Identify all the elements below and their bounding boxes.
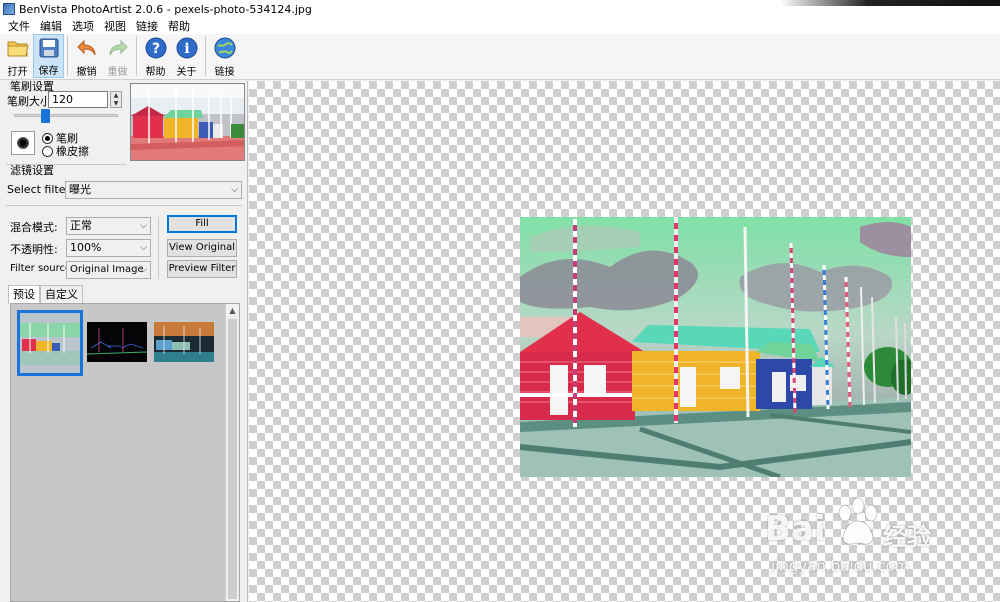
help-label: 帮助 <box>145 67 166 78</box>
divider <box>6 205 242 206</box>
brush-tip-preview <box>11 131 35 155</box>
brush-size-spinner[interactable]: ▲ ▼ <box>110 91 122 108</box>
menu-options[interactable]: 选项 <box>67 18 99 34</box>
menu-bar: 文件 编辑 选项 视图 链接 帮助 <box>0 18 1000 34</box>
svg-text:i: i <box>184 41 189 57</box>
chevron-down-icon: ⌵ <box>140 265 147 275</box>
preset-gallery: ▲ <box>10 303 240 602</box>
spin-up-icon[interactable]: ▲ <box>111 92 121 100</box>
save-button[interactable]: 保存 <box>33 34 64 78</box>
spin-down-icon[interactable]: ▼ <box>111 100 121 108</box>
opacity-value: 100% <box>70 241 102 254</box>
filter-source-select[interactable]: Original Image ⌵ <box>66 261 151 279</box>
redo-button[interactable]: 重做 <box>102 34 133 78</box>
open-label: 打开 <box>7 67 28 78</box>
help-button[interactable]: ? 帮助 <box>140 34 171 78</box>
folder-icon <box>7 37 29 59</box>
menu-view[interactable]: 视图 <box>99 18 131 34</box>
opacity-label: 不透明性: <box>10 243 58 256</box>
window-title: BenVista PhotoArtist 2.0.6 - pexels-phot… <box>19 2 312 16</box>
preset-thumb-selected[interactable] <box>17 310 83 376</box>
app-icon <box>3 3 15 15</box>
undo-label: 撤销 <box>76 67 97 78</box>
menu-edit[interactable]: 编辑 <box>35 18 67 34</box>
filter-source-value: Original Image <box>70 264 144 275</box>
svg-text:?: ? <box>151 41 159 57</box>
opacity-select[interactable]: 100% ⌵ <box>66 239 151 257</box>
link-button[interactable]: 链接 <box>209 34 240 78</box>
filter-settings-label: 滤镜设置 <box>10 164 54 177</box>
brush-dot-icon <box>17 137 29 149</box>
brush-size-slider-track[interactable] <box>14 114 118 117</box>
radio-eraser[interactable] <box>42 145 53 157</box>
title-bar: BenVista PhotoArtist 2.0.6 - pexels-phot… <box>0 0 1000 18</box>
brush-size-slider-thumb[interactable] <box>41 109 50 123</box>
main-image[interactable] <box>520 217 911 477</box>
baidu-watermark: Bai 经验 jingyan.baidu.com <box>765 495 965 580</box>
info-icon: i <box>176 37 198 59</box>
chevron-down-icon: ⌵ <box>140 221 147 231</box>
about-label: 关于 <box>176 67 197 78</box>
question-mark-icon: ? <box>145 37 167 59</box>
blend-mode-value: 正常 <box>70 219 92 232</box>
tab-presets[interactable]: 预设 <box>8 285 40 304</box>
watermark-brand-cn: 经验 <box>883 523 931 551</box>
undo-arrow-icon <box>76 37 98 59</box>
floppy-disk-icon <box>38 38 60 58</box>
toolbar-separator <box>205 36 206 76</box>
about-button[interactable]: i 关于 <box>171 34 202 78</box>
filter-select-value: 曝光 <box>69 183 91 196</box>
filter-source-label: Filter source: <box>10 263 75 274</box>
paw-icon <box>831 497 885 549</box>
undo-button[interactable]: 撤销 <box>71 34 102 78</box>
menu-help[interactable]: 帮助 <box>163 18 195 34</box>
menu-link[interactable]: 链接 <box>131 18 163 34</box>
left-panel: 笔刷设置 笔刷大小: 120 ▲ ▼ 笔刷 橡皮擦 滤镜设置 Select fi… <box>0 80 248 602</box>
blend-mode-label: 混合模式: <box>10 221 58 234</box>
preset-thumb-3[interactable] <box>154 322 214 362</box>
tab-custom[interactable]: 自定义 <box>40 285 83 303</box>
chevron-down-icon: ⌵ <box>140 243 147 253</box>
watermark-url: jingyan.baidu.com <box>771 557 910 575</box>
save-label: 保存 <box>38 66 59 77</box>
vertical-divider <box>158 217 159 279</box>
toolbar-separator <box>67 36 68 76</box>
title-bar-shadow <box>780 0 1000 6</box>
scroll-up-icon[interactable]: ▲ <box>226 304 239 318</box>
redo-label: 重做 <box>107 67 128 78</box>
fill-button[interactable]: Fill <box>167 215 237 233</box>
scrollbar-thumb[interactable] <box>228 319 237 599</box>
view-original-button[interactable]: View Original <box>167 239 237 257</box>
link-label: 链接 <box>214 67 235 78</box>
blend-mode-select[interactable]: 正常 ⌵ <box>66 217 151 235</box>
filter-select[interactable]: 曝光 ⌵ <box>65 181 242 199</box>
radio-brush[interactable] <box>42 132 53 144</box>
preset-tabs: 预设 自定义 <box>8 285 83 304</box>
select-filter-label: Select filter: <box>7 183 74 196</box>
menu-file[interactable]: 文件 <box>3 18 35 34</box>
brush-size-input[interactable]: 120 <box>48 91 108 108</box>
open-button[interactable]: 打开 <box>2 34 33 78</box>
redo-arrow-icon <box>107 37 129 59</box>
preset-thumb-2[interactable] <box>87 322 147 362</box>
chevron-down-icon: ⌵ <box>231 185 238 195</box>
toolbar-separator <box>136 36 137 76</box>
image-thumbnail-preview[interactable] <box>130 83 245 161</box>
toolbar: 打开 保存 撤销 重做 ? 帮助 i 关于 链接 <box>0 34 1000 80</box>
watermark-brand: Bai <box>765 509 826 549</box>
radio-eraser-label: 橡皮擦 <box>56 145 89 158</box>
preview-filter-button[interactable]: Preview Filter <box>167 260 237 278</box>
globe-icon <box>214 37 236 59</box>
eraser-mode-radio[interactable]: 橡皮擦 <box>42 143 89 159</box>
preset-scrollbar[interactable]: ▲ <box>225 304 239 601</box>
